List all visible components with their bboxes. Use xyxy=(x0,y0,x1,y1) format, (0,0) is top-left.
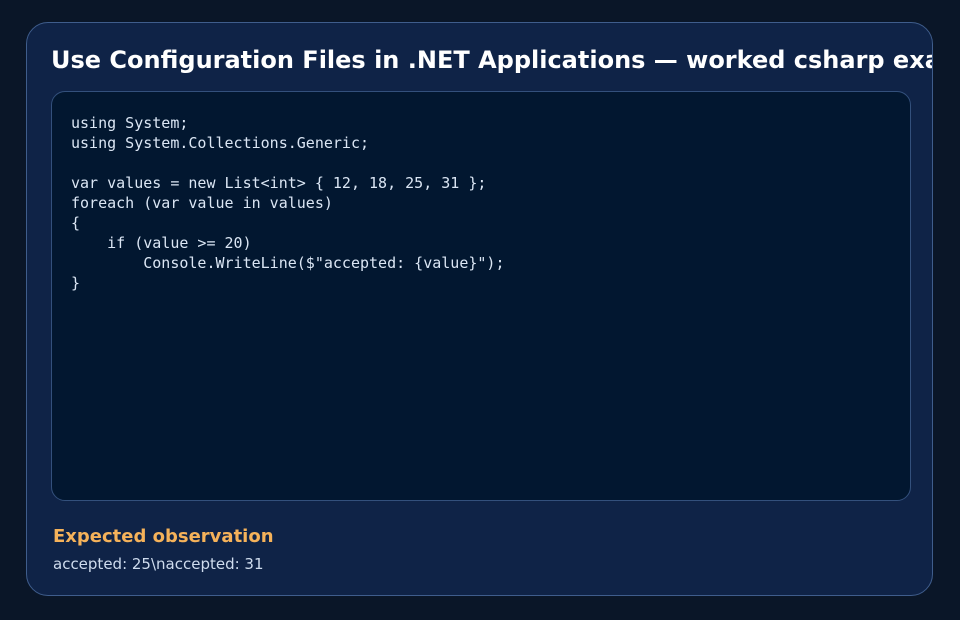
observation-heading: Expected observation xyxy=(53,526,274,547)
page-title: Use Configuration Files in .NET Applicat… xyxy=(51,46,933,74)
code-text[interactable]: using System; using System.Collections.G… xyxy=(71,113,504,293)
observation-text: accepted: 25\naccepted: 31 xyxy=(53,555,264,573)
example-card: Use Configuration Files in .NET Applicat… xyxy=(26,22,933,596)
code-block: using System; using System.Collections.G… xyxy=(51,91,911,501)
